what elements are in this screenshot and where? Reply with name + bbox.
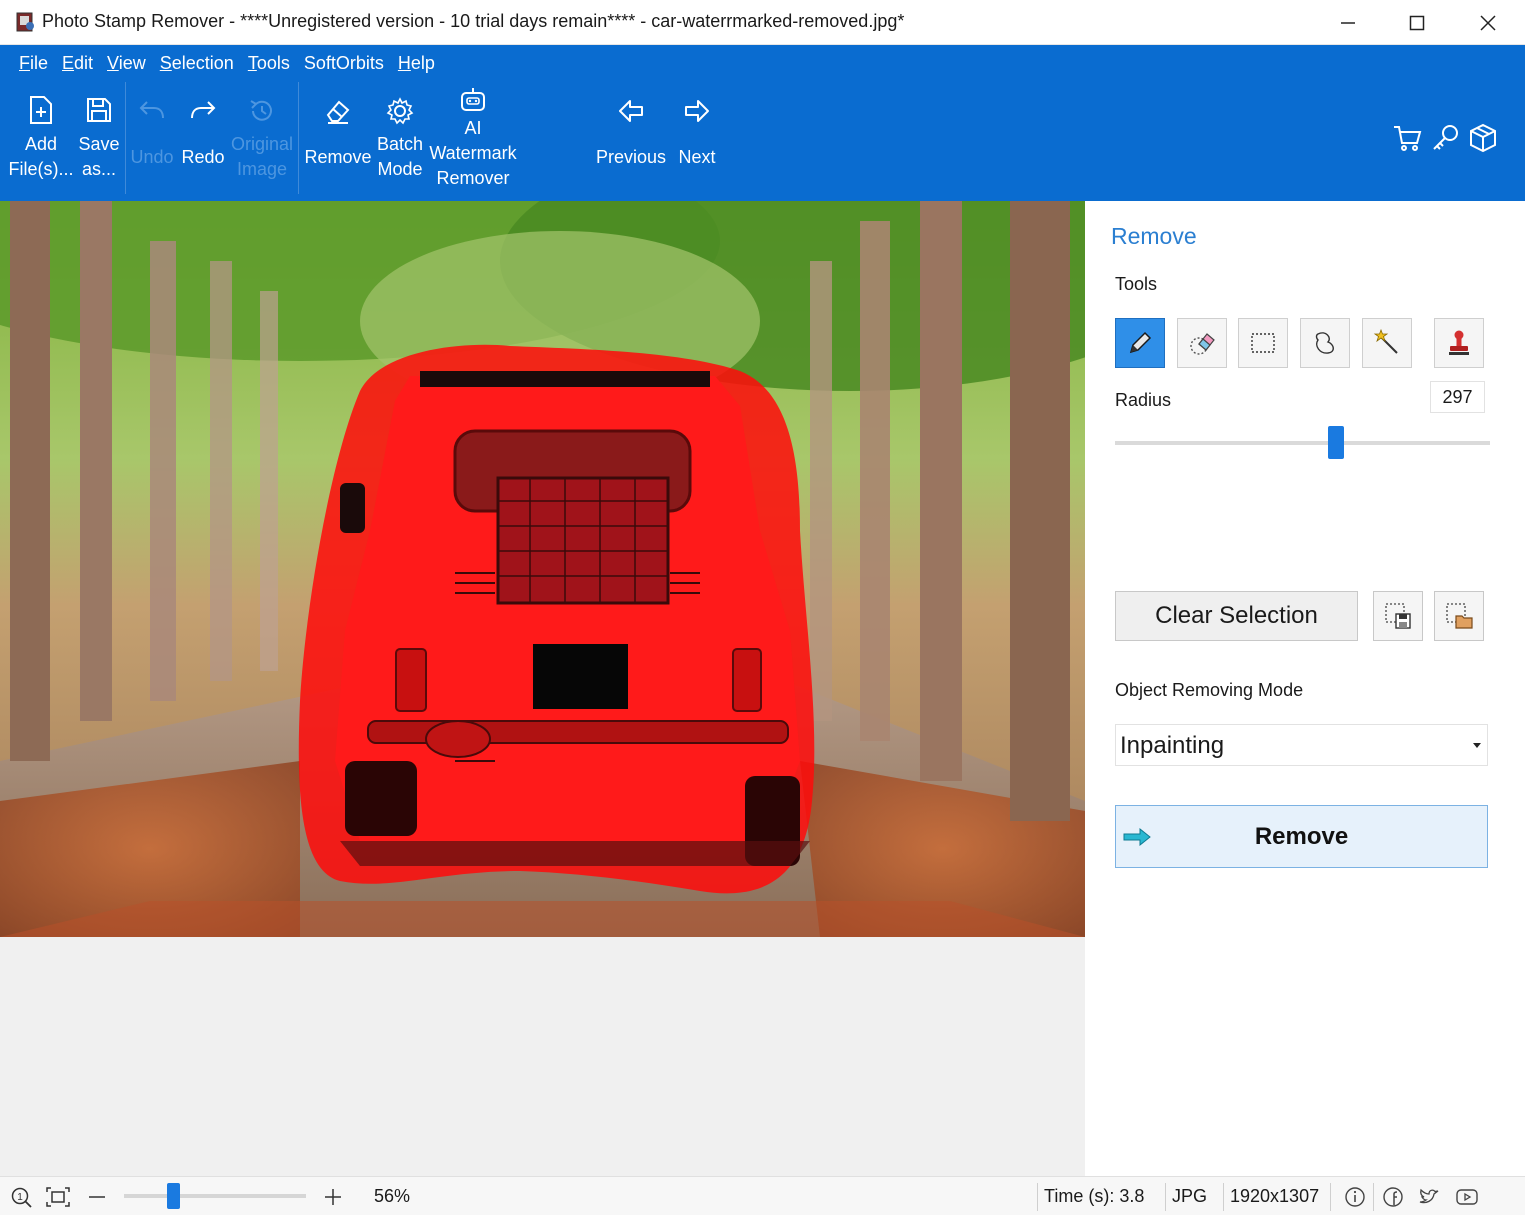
status-separator: [1165, 1183, 1166, 1211]
undo-icon: [139, 101, 164, 119]
rectangle-select-tool-button[interactable]: [1238, 318, 1288, 368]
arrow-left-icon: [619, 100, 643, 122]
arrow-right-icon: [685, 100, 709, 122]
stamp-tool-button[interactable]: [1434, 318, 1484, 368]
chevron-down-icon: [1473, 743, 1481, 748]
panel-title: Remove: [1111, 223, 1197, 249]
svg-text:1: 1: [17, 1192, 23, 1203]
radius-value[interactable]: 297: [1430, 381, 1485, 413]
radius-slider[interactable]: [1115, 441, 1490, 445]
menu-softorbits[interactable]: SoftOrbits: [297, 51, 391, 77]
app-icon: [16, 12, 34, 32]
robot-icon: [461, 88, 485, 111]
magic-wand-tool-button[interactable]: [1362, 318, 1412, 368]
info-icon[interactable]: [1344, 1186, 1366, 1208]
save-icon: [87, 98, 111, 122]
zoom-in-icon[interactable]: [322, 1186, 344, 1208]
menu-view[interactable]: View: [100, 51, 153, 77]
previous-button[interactable]: Previous: [594, 95, 668, 195]
status-separator: [1373, 1183, 1374, 1211]
processing-time: Time (s): 3.8: [1044, 1186, 1145, 1206]
cart-icon[interactable]: [1392, 123, 1422, 153]
object-removing-mode-label: Object Removing Mode: [1115, 680, 1304, 700]
original-image-button[interactable]: Original Image: [228, 95, 296, 195]
menu-file[interactable]: File: [12, 51, 55, 77]
photo[interactable]: [0, 201, 1085, 937]
undo-button[interactable]: Undo: [128, 95, 176, 195]
zoom-slider-thumb[interactable]: [167, 1183, 181, 1209]
toolbar-separator: [125, 82, 126, 194]
redo-button[interactable]: Redo: [178, 95, 228, 195]
remove-button[interactable]: Remove: [1115, 805, 1488, 868]
title-bar: Photo Stamp Remover - ****Unregistered v…: [0, 0, 1525, 45]
add-files-button[interactable]: Add File(s)...: [8, 95, 74, 195]
object-removing-mode-select[interactable]: Inpainting: [1115, 724, 1488, 766]
toolbar-separator: [298, 82, 299, 194]
window-title: Photo Stamp Remover - ****Unregistered v…: [42, 11, 905, 31]
minimize-button[interactable]: [1313, 0, 1383, 45]
remove-tool-button[interactable]: Remove: [302, 95, 374, 195]
lasso-tool-button[interactable]: [1300, 318, 1350, 368]
minimize-icon: [1341, 21, 1355, 24]
facebook-icon[interactable]: [1382, 1186, 1404, 1208]
save-selection-icon: [1385, 603, 1411, 629]
status-separator: [1330, 1183, 1331, 1211]
load-selection-button[interactable]: [1434, 591, 1484, 641]
zoom-out-icon[interactable]: [86, 1186, 108, 1208]
zoom-fit-icon[interactable]: 1: [10, 1186, 34, 1208]
redo-icon: [191, 101, 216, 119]
pencil-icon: [1129, 331, 1152, 354]
menu-tools[interactable]: Tools: [241, 51, 297, 77]
menu-help[interactable]: Help: [391, 51, 442, 77]
image-dimensions: 1920x1307: [1230, 1186, 1320, 1206]
magic-wand-icon: [1373, 328, 1398, 354]
lasso-icon: [1315, 332, 1334, 354]
status-separator: [1223, 1183, 1224, 1211]
stamp-icon: [1449, 330, 1469, 355]
maximize-icon: [1409, 15, 1425, 30]
key-icon[interactable]: [1430, 123, 1460, 153]
file-format: JPG: [1172, 1186, 1208, 1206]
youtube-icon[interactable]: [1455, 1186, 1479, 1208]
ribbon: File Edit View Selection Tools SoftOrbit…: [0, 45, 1525, 201]
twitter-icon[interactable]: [1418, 1186, 1440, 1208]
zoom-level: 56%: [374, 1186, 411, 1206]
eraser-tool-button[interactable]: [1177, 318, 1227, 368]
save-selection-button[interactable]: [1373, 591, 1423, 641]
close-button[interactable]: [1453, 0, 1523, 45]
history-icon: [250, 100, 272, 121]
next-button[interactable]: Next: [672, 95, 722, 195]
status-separator: [1037, 1183, 1038, 1211]
menu-bar: File Edit View Selection Tools SoftOrbit…: [12, 51, 442, 77]
status-bar: 1 56% Time (s): 3.8 JPG 1920x1307: [0, 1176, 1525, 1215]
eraser-icon: [326, 100, 350, 124]
menu-edit[interactable]: Edit: [55, 51, 100, 77]
save-as-button[interactable]: Save as...: [74, 95, 124, 195]
box-icon[interactable]: [1468, 123, 1498, 153]
radius-slider-thumb[interactable]: [1328, 426, 1345, 459]
radius-label: Radius: [1115, 390, 1172, 410]
tools-label: Tools: [1115, 274, 1158, 294]
add-file-icon: [30, 96, 52, 124]
close-icon: [1480, 14, 1496, 31]
image-canvas[interactable]: [0, 201, 1085, 1176]
batch-mode-button[interactable]: Batch Mode: [374, 95, 426, 195]
ai-watermark-remover-button[interactable]: AI Watermark Remover: [426, 87, 520, 197]
eraser-icon: [1190, 333, 1215, 355]
remove-panel: Remove Tools Radius 297 Clear Selection …: [1085, 201, 1525, 1176]
clear-selection-button[interactable]: Clear Selection: [1115, 591, 1358, 641]
zoom-slider[interactable]: [124, 1194, 306, 1198]
pencil-tool-button[interactable]: [1115, 318, 1165, 368]
load-selection-icon: [1446, 603, 1473, 629]
maximize-button[interactable]: [1382, 0, 1452, 45]
photo-image: [0, 201, 1085, 937]
fit-window-icon[interactable]: [45, 1186, 71, 1208]
gear-icon: [386, 97, 414, 125]
menu-selection[interactable]: Selection: [153, 51, 241, 77]
rectangle-select-icon: [1251, 333, 1275, 353]
